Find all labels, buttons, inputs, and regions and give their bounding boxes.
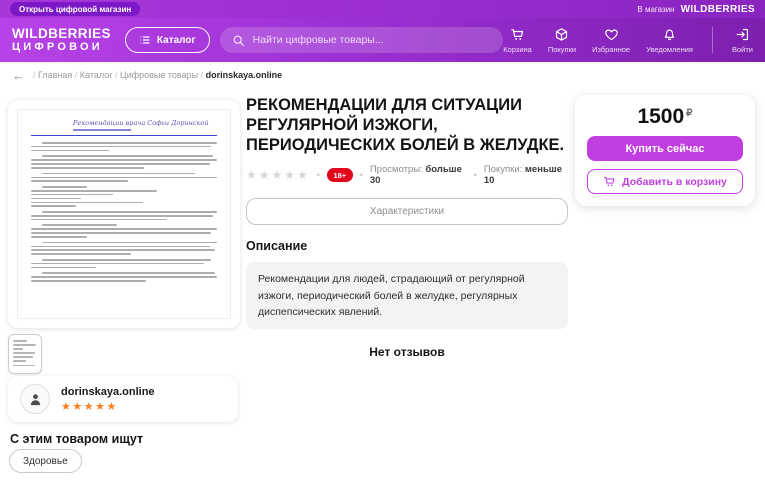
seller-name: dorinskaya.online	[61, 386, 155, 398]
nav-cart[interactable]: Корзина	[503, 27, 532, 54]
logo-line2: ЦИФРОВОИ	[12, 42, 111, 53]
breadcrumb-separator: /	[72, 70, 80, 80]
image-thumbnail[interactable]	[8, 334, 42, 374]
to-store-label: В магазин	[637, 5, 674, 14]
breadcrumb-item[interactable]: Главная	[38, 70, 72, 80]
breadcrumb-items: / Главная / Каталог / Цифровые товары / …	[33, 70, 282, 80]
meta-dot: •	[474, 170, 477, 180]
open-digital-store-button[interactable]: Открыть цифровой магазин	[10, 2, 140, 16]
nav-login[interactable]: Войти	[732, 27, 753, 54]
rating-stars: ★★★★★	[246, 168, 310, 182]
price-value: 1500	[637, 105, 684, 128]
product-page: Открыть цифровой магазин В магазин WILDB…	[0, 0, 765, 498]
add-to-cart-label: Добавить в корзину	[622, 176, 727, 188]
related-tag-button[interactable]: Здоровье	[9, 449, 82, 473]
catalog-button[interactable]: Каталог	[125, 27, 210, 53]
document-sublink-line	[73, 129, 131, 131]
search-input[interactable]	[253, 34, 492, 46]
product-main: РЕКОМЕНДАЦИИ ДЛЯ СИТУАЦИИ РЕГУЛЯРНОЙ ИЗЖ…	[246, 95, 568, 359]
avatar	[20, 384, 50, 414]
related-heading: С этим товаром ищут	[10, 432, 143, 446]
top-strip: Открыть цифровой магазин В магазин WILDB…	[0, 0, 765, 18]
breadcrumb-item[interactable]: dorinskaya.online	[206, 70, 283, 80]
package-icon	[554, 27, 569, 42]
price-row: 1500₽	[587, 105, 743, 129]
description-text: Рекомендации для людей, страдающий от ре…	[246, 262, 568, 329]
nav-notifications-label: Уведомления	[646, 45, 693, 54]
characteristics-button[interactable]: Характеристики	[246, 198, 568, 225]
age-badge: 18+	[327, 168, 353, 182]
document-text-lines	[31, 142, 217, 282]
header-nav: Корзина Покупки Избранное Уведомления	[503, 27, 753, 54]
logo-line1: WILDBERRIES	[12, 27, 111, 41]
login-icon	[735, 27, 750, 42]
related-tags: Здоровье	[9, 449, 82, 473]
nav-purchases-label: Покупки	[548, 45, 576, 54]
nav-favorites-label: Избранное	[592, 45, 630, 54]
no-reviews-label: Нет отзывов	[246, 345, 568, 359]
views-label: Просмотры: больше 30	[370, 164, 467, 186]
nav-notifications[interactable]: Уведомления	[646, 27, 693, 54]
purchases-label: Покупки: меньше 10	[484, 164, 568, 186]
add-to-cart-button[interactable]: Добавить в корзину	[587, 169, 743, 194]
list-icon	[139, 34, 151, 46]
catalog-button-label: Каталог	[157, 35, 196, 46]
person-icon	[27, 391, 44, 408]
wildberries-brand-label: WILDBERRIES	[681, 4, 755, 15]
currency-symbol: ₽	[686, 108, 692, 119]
nav-cart-label: Корзина	[503, 45, 532, 54]
purchase-card: 1500₽ Купить сейчас Добавить в корзину	[575, 95, 755, 206]
to-main-store-link[interactable]: В магазин WILDBERRIES	[637, 4, 755, 15]
product-image-card[interactable]: Рекомендации врача Софьи Доринской	[8, 100, 240, 328]
meta-dot: •	[360, 170, 363, 180]
description-heading: Описание	[246, 239, 568, 253]
seller-info: dorinskaya.online ★★★★★	[61, 386, 155, 413]
breadcrumb: ← / Главная / Каталог / Цифровые товары …	[0, 62, 765, 88]
breadcrumb-separator: /	[198, 70, 206, 80]
seller-rating-stars: ★★★★★	[61, 400, 155, 413]
seller-card[interactable]: dorinskaya.online ★★★★★	[8, 376, 238, 422]
product-title: РЕКОМЕНДАЦИИ ДЛЯ СИТУАЦИИ РЕГУЛЯРНОЙ ИЗЖ…	[246, 95, 568, 155]
product-meta-row: ★★★★★ • 18+ • Просмотры: больше 30 • Пок…	[246, 164, 568, 186]
nav-purchases[interactable]: Покупки	[548, 27, 576, 54]
document-preview: Рекомендации врача Софьи Доринской	[17, 109, 231, 319]
back-arrow-icon[interactable]: ←	[12, 69, 25, 82]
breadcrumb-item[interactable]: Каталог	[80, 70, 113, 80]
breadcrumb-item[interactable]: Цифровые товары	[120, 70, 198, 80]
search-icon	[232, 34, 245, 47]
nav-divider	[712, 27, 713, 53]
cart-icon	[603, 175, 616, 188]
logo[interactable]: WILDBERRIES ЦИФРОВОИ	[12, 27, 111, 54]
document-divider-line	[31, 135, 217, 137]
search-bar[interactable]	[220, 27, 504, 53]
nav-favorites[interactable]: Избранное	[592, 27, 630, 54]
document-header-text: Рекомендации врача Софьи Доринской	[73, 119, 217, 127]
heart-icon	[604, 27, 619, 42]
breadcrumb-separator: /	[113, 70, 121, 80]
buy-now-button[interactable]: Купить сейчас	[587, 136, 743, 161]
bell-icon	[662, 27, 677, 42]
header: WILDBERRIES ЦИФРОВОИ Каталог Корзина	[0, 18, 765, 62]
cart-icon	[510, 27, 525, 42]
nav-login-label: Войти	[732, 45, 753, 54]
meta-dot: •	[317, 170, 320, 180]
